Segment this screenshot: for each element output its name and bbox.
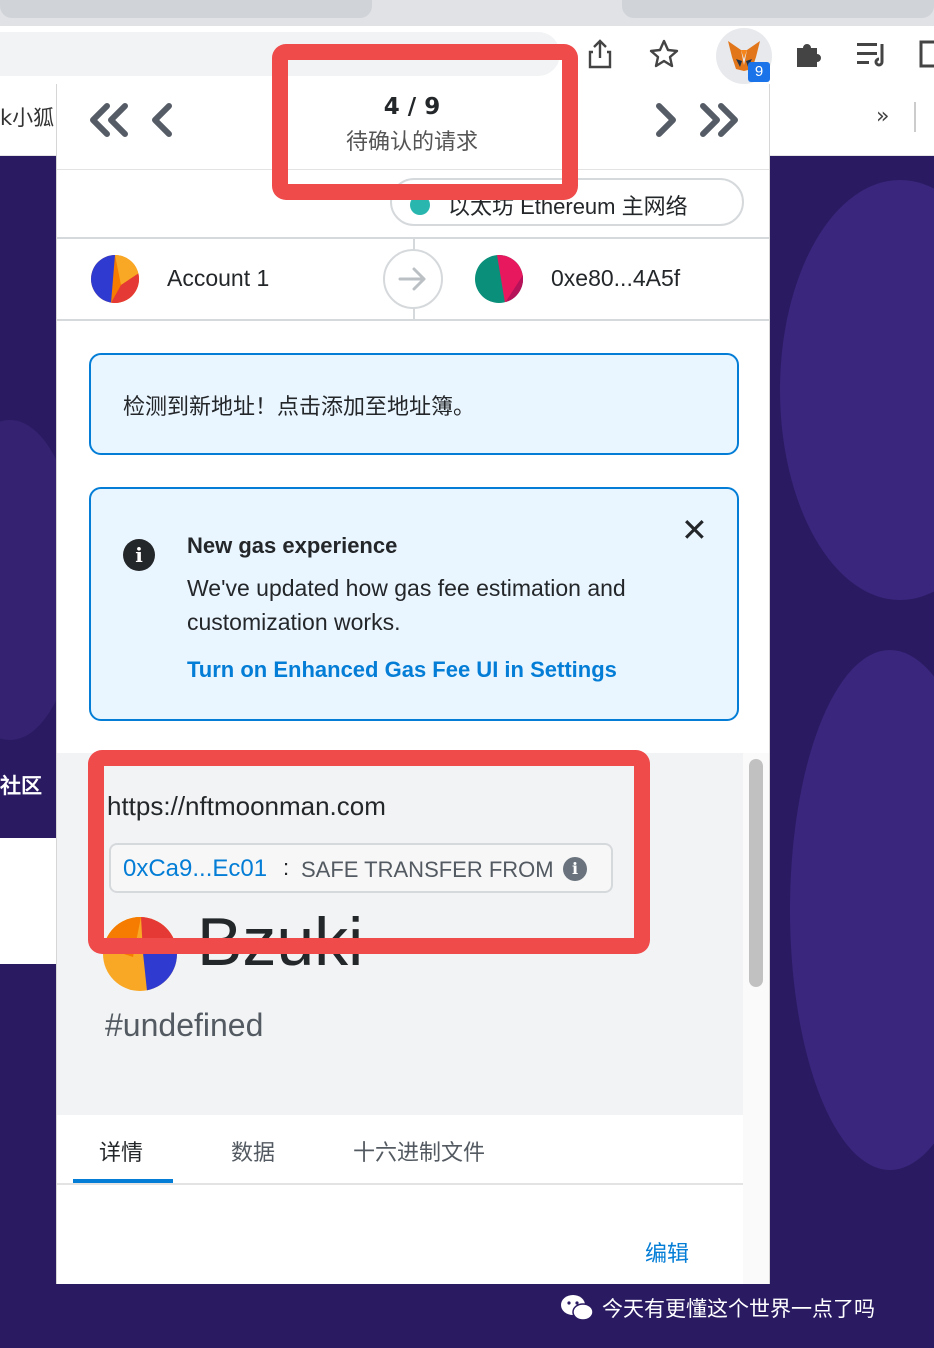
- detail-tabs: 详情 数据 十六进制文件: [57, 1115, 743, 1185]
- reading-list-icon[interactable]: [852, 34, 892, 74]
- annotation-box-origin: [88, 750, 650, 954]
- background-decoration: [780, 180, 934, 600]
- scrollbar[interactable]: [743, 753, 769, 1284]
- wechat-watermark: 今天有更懂这个世界一点了吗: [560, 1288, 875, 1328]
- bookmark-item[interactable]: k小狐: [0, 102, 54, 132]
- gas-notice-body: We've updated how gas fee estimation and…: [187, 575, 626, 635]
- extension-badge: 9: [748, 62, 770, 82]
- chevron-right-icon[interactable]: [653, 102, 679, 142]
- active-tab-indicator: [73, 1179, 173, 1183]
- metamask-popup: 4 / 9 待确认的请求 以太坊 Ethereum 主网络 Account 1 …: [56, 84, 770, 1284]
- bookmarks-overflow-button[interactable]: »: [876, 104, 889, 129]
- background-card: [0, 838, 56, 964]
- from-account-avatar: [91, 255, 139, 303]
- account-transfer-row: Account 1 0xe80...4A5f: [57, 237, 769, 321]
- background-decoration: [790, 650, 934, 1170]
- close-icon[interactable]: ✕: [681, 511, 708, 549]
- share-icon[interactable]: [580, 34, 620, 74]
- browser-tab[interactable]: [0, 0, 372, 18]
- tab-data[interactable]: 数据: [231, 1135, 275, 1167]
- annotation-box-pager: [272, 44, 578, 200]
- gas-notice-title: New gas experience: [187, 533, 398, 558]
- extensions-puzzle-icon[interactable]: [788, 34, 828, 74]
- chevron-left-icon[interactable]: [149, 102, 175, 142]
- new-address-notice-text: 检测到新地址！点击添加至地址簿。: [123, 395, 476, 420]
- double-chevron-right-icon[interactable]: [695, 102, 741, 142]
- browser-tab[interactable]: [622, 0, 934, 18]
- from-account-name: Account 1: [167, 265, 270, 291]
- tab-details[interactable]: 详情: [99, 1135, 143, 1167]
- double-chevron-left-icon[interactable]: [87, 102, 133, 142]
- scrollbar-thumb[interactable]: [749, 759, 763, 987]
- edit-button[interactable]: 编辑: [645, 1236, 689, 1268]
- metamask-extension-button[interactable]: 9: [716, 28, 772, 84]
- transaction-subtitle: #undefined: [105, 1007, 264, 1043]
- browser-tab-strip: [0, 0, 934, 26]
- gas-experience-notice: i New gas experience We've updated how g…: [89, 487, 739, 721]
- to-account-address: 0xe80...4A5f: [551, 265, 681, 291]
- bookmarks-separator: [914, 102, 916, 132]
- arrow-right-icon: [383, 249, 443, 309]
- background-side-label: 社区: [0, 774, 42, 798]
- new-address-notice[interactable]: 检测到新地址！点击添加至地址簿。: [89, 353, 739, 455]
- watermark-text: 今天有更懂这个世界一点了吗: [602, 1297, 875, 1321]
- enhanced-gas-settings-link[interactable]: Turn on Enhanced Gas Fee UI in Settings: [187, 657, 617, 683]
- info-icon: i: [123, 539, 155, 571]
- side-panel-icon[interactable]: [910, 34, 934, 74]
- wechat-icon: [561, 1295, 594, 1321]
- to-account-avatar: [475, 255, 523, 303]
- tab-hex[interactable]: 十六进制文件: [353, 1135, 485, 1167]
- star-icon[interactable]: [644, 34, 684, 74]
